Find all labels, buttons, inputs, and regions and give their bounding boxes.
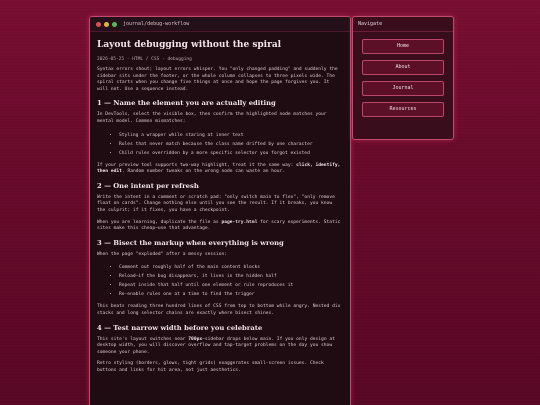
- text-span: If your preview tool supports two-way hi…: [97, 162, 297, 168]
- section-1-list: Styling a wrapper while staring at inner…: [97, 131, 343, 158]
- window-titlebar: journal/debug-workflow: [90, 17, 350, 32]
- section-1-heading: 1 — Name the element you are actually ed…: [97, 99, 276, 108]
- list-item: Re-enable rules one at a time to find th…: [119, 290, 343, 299]
- article-title: Layout debugging without the spiral: [97, 40, 282, 50]
- section-4-p1: This site's layout switches near 700px—s…: [97, 337, 343, 357]
- maximize-dot-icon[interactable]: [112, 21, 117, 27]
- article-intro: Syntax errors shout; layout errors whisp…: [97, 67, 338, 92]
- code-filename: page-try.html: [221, 219, 258, 225]
- section-3-lead: When the page "exploded" after a messy s…: [97, 251, 227, 257]
- list-item: Comment out roughly half of the main con…: [119, 263, 343, 272]
- window-title: journal/debug-workflow: [123, 21, 190, 27]
- list-item: Styling a wrapper while staring at inner…: [119, 131, 343, 140]
- list-item: Repeat inside that half until one elemen…: [119, 281, 343, 290]
- section-4-heading: 4 — Test narrow width before you celebra…: [97, 323, 263, 332]
- bold-text: 700px: [188, 336, 203, 342]
- section-1-lead: In DevTools, select the visible box, the…: [97, 112, 327, 124]
- navigation-panel: Navigate Home About Journal Resources: [352, 16, 454, 140]
- text-span: When you are learning, duplicate the fil…: [97, 219, 222, 225]
- section-2-p2: When you are learning, duplicate the fil…: [97, 220, 343, 233]
- section-3-list: Comment out roughly half of the main con…: [97, 263, 343, 299]
- minimize-dot-icon[interactable]: [104, 21, 109, 27]
- list-item: Rules that never match because the class…: [119, 140, 343, 149]
- section-3-after: This beats reading three hundred lines o…: [97, 304, 341, 316]
- text-span: . Random number tweaks on the wrong node…: [121, 169, 286, 175]
- article-window: journal/debug-workflow Layout debugging …: [89, 16, 351, 405]
- section-1-after: If your preview tool supports two-way hi…: [97, 163, 343, 176]
- nav-title: Navigate: [353, 17, 453, 32]
- list-item: Reload—if the bug disappears, it lives i…: [119, 272, 343, 281]
- nav-resources-button[interactable]: Resources: [362, 102, 444, 117]
- nav-about-button[interactable]: About: [362, 60, 444, 75]
- section-3-heading: 3 — Bisect the markup when everything is…: [97, 238, 284, 247]
- section-2-heading: 2 — One intent per refresh: [97, 181, 199, 190]
- text-span: This site's layout switches near: [97, 336, 189, 342]
- close-dot-icon[interactable]: [96, 21, 101, 27]
- nav-journal-button[interactable]: Journal: [362, 81, 444, 96]
- section-4-p2: Retro styling (borders, glows, tight gri…: [97, 361, 324, 373]
- nav-home-button[interactable]: Home: [362, 39, 444, 54]
- list-item: Child rules overridden by a more specifi…: [119, 149, 343, 158]
- article-content: Layout debugging without the spiral 2026…: [90, 32, 350, 385]
- article-meta: 2026-05-25 · HTML / CSS · debugging: [97, 57, 192, 62]
- section-2-p1: Write the intent in a comment or scratch…: [97, 194, 335, 213]
